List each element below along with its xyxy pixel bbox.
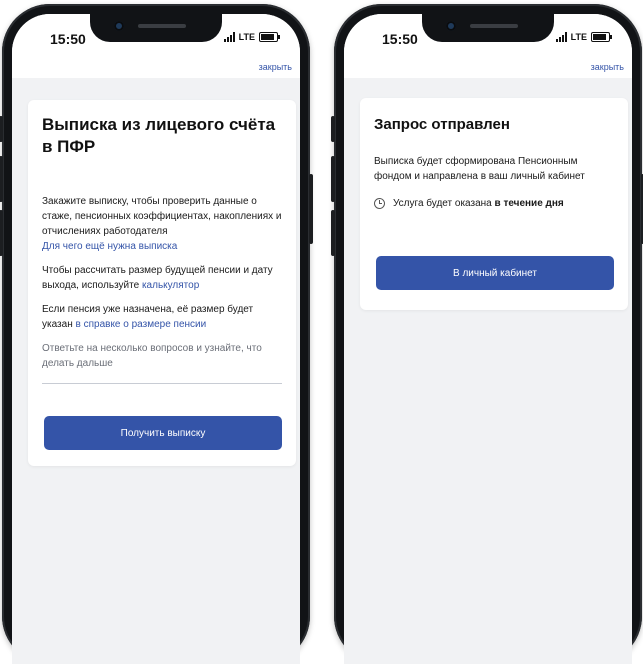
request-sent-card: Запрос отправлен Выписка будет сформиров… — [360, 98, 628, 310]
calculator-text: Чтобы рассчитать размер будущей пенсии и… — [42, 265, 273, 291]
battery-icon — [591, 32, 612, 42]
status-indicators: LTE — [223, 32, 280, 42]
status-time: 15:50 — [50, 31, 86, 47]
close-link[interactable]: закрыть — [259, 62, 292, 72]
screen-right: 15:50 LTE закрыть Запрос отправлен Выпис… — [344, 14, 632, 664]
camera-icon — [114, 21, 124, 31]
speaker-grille — [470, 24, 518, 28]
pension-certificate-text: Если пенсия уже назначена, её размер буд… — [42, 304, 254, 330]
volume-down-button — [331, 210, 335, 256]
page-title: Выписка из лицевого счёта в ПФР — [42, 115, 276, 156]
service-time-value: в течение дня — [494, 198, 564, 209]
mute-switch — [331, 116, 335, 142]
close-link[interactable]: закрыть — [591, 62, 624, 72]
mute-switch — [0, 116, 3, 142]
service-time-row: Услуга будет оказана в течение дня — [374, 198, 614, 209]
speaker-grille — [138, 24, 186, 28]
notch — [422, 14, 554, 42]
battery-icon — [259, 32, 280, 42]
volume-down-button — [0, 210, 3, 256]
status-time: 15:50 — [382, 31, 418, 47]
status-indicators: LTE — [555, 32, 612, 42]
screen-left: 15:50 LTE закрыть Выписка из лицевого сч… — [12, 14, 300, 664]
questions-hint: Ответьте на несколько вопросов и узнайте… — [42, 343, 262, 369]
power-button — [309, 174, 313, 244]
request-description: Выписка будет сформирована Пенсионным фо… — [374, 156, 585, 182]
phone-frame-right: 15:50 LTE закрыть Запрос отправлен Выпис… — [331, 4, 643, 664]
get-statement-button[interactable]: Получить выписку — [44, 416, 282, 450]
signal-icon — [223, 32, 235, 42]
status-bar: 15:50 LTE закрыть — [344, 14, 632, 78]
network-type: LTE — [570, 32, 587, 42]
signal-icon — [555, 32, 567, 42]
statement-card: Выписка из лицевого счёта в ПФР Закажите… — [28, 100, 296, 466]
calculator-link[interactable]: калькулятор — [142, 280, 199, 291]
pension-certificate-link[interactable]: в справке о размере пенсии — [76, 319, 207, 330]
divider — [42, 383, 282, 384]
personal-account-button[interactable]: В личный кабинет — [376, 256, 614, 290]
camera-icon — [446, 21, 456, 31]
status-bar: 15:50 LTE закрыть — [12, 14, 300, 78]
why-statement-link[interactable]: Для чего ещё нужна выписка — [42, 241, 177, 252]
intro-text: Закажите выписку, чтобы проверить данные… — [42, 196, 282, 252]
volume-up-button — [331, 156, 335, 202]
volume-up-button — [0, 156, 3, 202]
network-type: LTE — [238, 32, 255, 42]
phone-frame-left: 15:50 LTE закрыть Выписка из лицевого сч… — [0, 4, 313, 664]
page-title: Запрос отправлен — [374, 116, 510, 133]
notch — [90, 14, 222, 42]
clock-icon — [374, 198, 385, 209]
